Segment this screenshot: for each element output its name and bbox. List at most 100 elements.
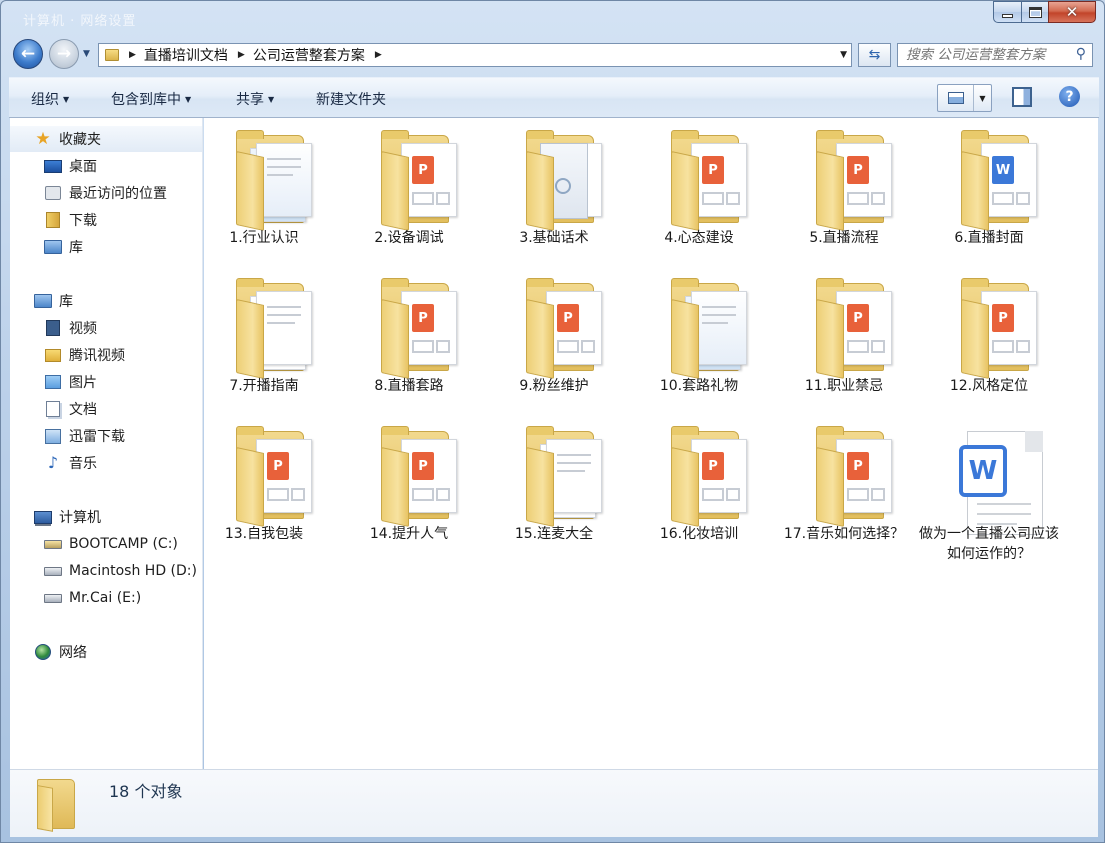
folder-item[interactable]: 1.行业认识 [204, 123, 324, 263]
refresh-button[interactable]: ⇆ [858, 43, 891, 67]
sidebar-item-label: Mr.Cai (E:) [69, 590, 142, 606]
chevron-right-icon[interactable]: ▶ [129, 50, 136, 60]
sidebar-item-documents[interactable]: 文档 [10, 396, 202, 422]
organize-label: 组织 [31, 92, 59, 108]
sidebar-item-libraries[interactable]: 库 [10, 288, 202, 314]
folder-item[interactable]: W 6.直播封面 [929, 123, 1049, 263]
file-name: 16.化妆培训 [659, 526, 739, 542]
pictures-icon [44, 374, 62, 390]
arrow-right-icon: → [56, 44, 72, 64]
share-menu[interactable]: 共享 ▼ [236, 89, 274, 109]
view-icon [938, 85, 974, 111]
sidebar-item-favorites[interactable]: ★ 收藏夹 [10, 126, 202, 152]
file-name: 11.职业禁忌 [804, 378, 884, 394]
sidebar-item-library-fav[interactable]: 库 [10, 234, 202, 260]
folder-icon: P [381, 426, 465, 527]
address-bar[interactable]: ▶ 直播培训文档 ▶ 公司运营整套方案 ▶ ▼ [98, 43, 852, 67]
sidebar-item-label: 下载 [69, 213, 97, 229]
sidebar-item-tencent-video[interactable]: 腾讯视频 [10, 342, 202, 368]
close-button[interactable]: ✕ [1048, 1, 1096, 23]
folder-item[interactable]: 10.套路礼物 [639, 271, 759, 411]
back-button[interactable]: ← [13, 39, 43, 69]
folder-icon: P [816, 426, 900, 527]
folder-icon: P [816, 278, 900, 379]
sidebar-item-label: 最近访问的位置 [69, 186, 167, 202]
organize-menu[interactable]: 组织 ▼ [31, 89, 69, 109]
folder-icon: P [236, 426, 320, 527]
downloads-icon [44, 212, 62, 228]
sidebar-item-drive-d[interactable]: Macintosh HD (D:) [10, 558, 202, 584]
folder-icon [35, 775, 81, 832]
sidebar-item-recent[interactable]: 最近访问的位置 [10, 180, 202, 206]
folder-item[interactable]: P 8.直播套路 [349, 271, 469, 411]
sidebar-item-xunlei[interactable]: 迅雷下载 [10, 423, 202, 449]
search-box[interactable]: ⚲ [897, 43, 1093, 67]
sidebar-item-pictures[interactable]: 图片 [10, 369, 202, 395]
search-input[interactable] [906, 47, 1071, 63]
file-name: 1.行业认识 [229, 230, 299, 246]
file-name: 15.连麦大全 [514, 526, 594, 542]
sidebar-item-music[interactable]: ♪ 音乐 [10, 450, 202, 476]
sidebar-item-videos[interactable]: 视频 [10, 315, 202, 341]
folder-icon: P [381, 278, 465, 379]
search-icon[interactable]: ⚲ [1076, 46, 1086, 62]
folder-item[interactable]: P 16.化妆培训 [639, 419, 759, 559]
folder-item[interactable]: P 11.职业禁忌 [784, 271, 904, 411]
file-name: 8.直播套路 [374, 378, 444, 394]
change-view-button[interactable]: ▼ [937, 84, 992, 112]
help-button[interactable]: ? [1059, 86, 1080, 107]
sidebar-item-label: 桌面 [69, 159, 97, 175]
new-folder-label: 新建文件夹 [316, 92, 386, 108]
item-count: 18 个对象 [109, 782, 183, 801]
sidebar-item-label: 视频 [69, 321, 97, 337]
sidebar-item-desktop[interactable]: 桌面 [10, 153, 202, 179]
sidebar-item-network[interactable]: 网络 [10, 639, 202, 665]
command-bar: 组织 ▼ 包含到库中 ▼ 共享 ▼ 新建文件夹 ▼ ? [9, 77, 1099, 118]
chevron-right-icon[interactable]: ▶ [375, 50, 382, 60]
folder-item[interactable]: 15.连麦大全 [494, 419, 614, 559]
breadcrumb-item[interactable]: 公司运营整套方案 [253, 45, 365, 65]
folder-item[interactable]: P 4.心态建设 [639, 123, 759, 263]
file-name: 3.基础话术 [519, 230, 589, 246]
sidebar-item-label: 库 [59, 294, 73, 310]
chevron-down-icon[interactable]: ▼ [974, 85, 991, 111]
desktop-icon [44, 158, 62, 174]
folder-item[interactable]: 3.基础话术 [494, 123, 614, 263]
new-folder-button[interactable]: 新建文件夹 [316, 89, 386, 109]
preview-pane-button[interactable] [1012, 87, 1032, 107]
sidebar-item-computer[interactable]: 计算机 [10, 504, 202, 530]
sidebar-item-label: 计算机 [59, 510, 101, 526]
file-name: 6.直播封面 [954, 230, 1024, 246]
folder-item[interactable]: P 13.自我包装 [204, 419, 324, 559]
file-item[interactable]: W 做为一个直播公司应该如何运作的？ [919, 419, 1059, 562]
file-name: 2.设备调试 [374, 230, 444, 246]
chevron-down-icon: ▼ [63, 95, 70, 104]
breadcrumb-item[interactable]: 直播培训文档 [144, 45, 228, 65]
folder-item[interactable]: P 17.音乐如何选择？ [784, 419, 904, 559]
folder-item[interactable]: P 2.设备调试 [349, 123, 469, 263]
folder-icon [671, 278, 755, 379]
folder-item[interactable]: P 12.风格定位 [929, 271, 1049, 411]
file-name: 12.风格定位 [949, 378, 1029, 394]
minimize-icon [1002, 14, 1013, 18]
folder-item[interactable]: P 9.粉丝维护 [494, 271, 614, 411]
include-in-library-menu[interactable]: 包含到库中 ▼ [111, 89, 191, 109]
maximize-icon [1028, 6, 1042, 18]
recent-pages-dropdown[interactable]: ▼ [83, 49, 90, 59]
sidebar-item-drive-e[interactable]: Mr.Cai (E:) [10, 585, 202, 611]
folder-icon: W [961, 130, 1045, 231]
sidebar-item-label: 文档 [69, 402, 97, 418]
sidebar-item-drive-c[interactable]: BOOTCAMP (C:) [10, 531, 202, 557]
folder-item[interactable]: P 14.提升人气 [349, 419, 469, 559]
folder-item[interactable]: P 5.直播流程 [784, 123, 904, 263]
folder-item[interactable]: 7.开播指南 [204, 271, 324, 411]
details-pane: 18 个对象 [10, 769, 1098, 837]
sidebar-item-downloads[interactable]: 下载 [10, 207, 202, 233]
address-dropdown-icon[interactable]: ▼ [840, 50, 847, 60]
maximize-button[interactable] [1021, 1, 1048, 23]
computer-icon [34, 509, 52, 525]
forward-button[interactable]: → [49, 39, 79, 69]
minimize-button[interactable] [993, 1, 1021, 23]
sidebar-item-label: 图片 [69, 375, 97, 391]
chevron-right-icon[interactable]: ▶ [238, 50, 245, 60]
